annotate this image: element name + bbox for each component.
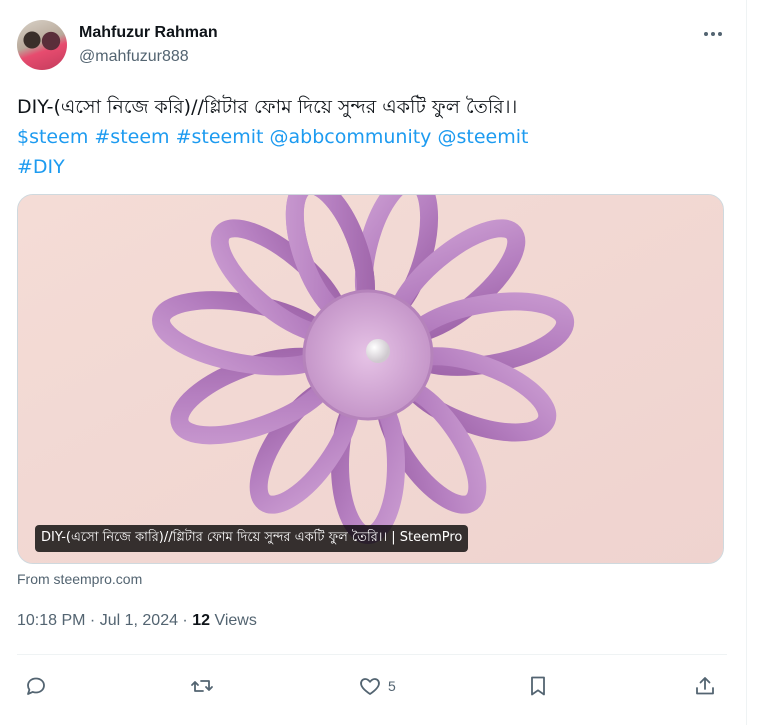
views-count: 12 — [192, 612, 210, 629]
reply-button[interactable] — [24, 672, 48, 700]
tweet-date[interactable]: Jul 1, 2024 — [100, 612, 178, 629]
actions-divider — [17, 654, 727, 655]
author-handle[interactable]: @mahfuzur888 — [79, 48, 189, 66]
views-label: Views — [214, 612, 257, 629]
reply-icon — [27, 677, 45, 695]
tweet-tags-2: #DIY — [17, 152, 727, 182]
like-button[interactable]: 5 — [358, 672, 396, 700]
tweet-title: DIY-(এসো নিজে করি)//গ্লিটার ফোম দিয়ে সু… — [17, 96, 518, 118]
mention-steemit[interactable]: @steemit — [437, 126, 528, 148]
hashtag-steem[interactable]: #steem — [94, 126, 169, 148]
meta-separator: · — [177, 612, 193, 629]
mention-abbcommunity[interactable]: @abbcommunity — [270, 126, 432, 148]
tweet-tags: $steem #steem #steemit @abbcommunity @st… — [17, 122, 727, 152]
avatar[interactable] — [17, 20, 67, 70]
tweet-meta: 10:18 PM · Jul 1, 2024 · 12 Views — [17, 612, 257, 630]
hashtag-diy[interactable]: #DIY — [17, 156, 65, 178]
bookmark-button[interactable] — [526, 672, 550, 700]
retweet-button[interactable] — [190, 672, 214, 700]
link-source[interactable]: From steempro.com — [17, 571, 142, 587]
link-card-image[interactable]: DIY-(এসো নিজে কারি)//গ্লিটার ফোম দিয়ে স… — [17, 194, 724, 564]
more-options-button[interactable] — [700, 24, 726, 44]
heart-icon — [360, 678, 380, 695]
hashtag-steemit[interactable]: #steemit — [176, 126, 264, 148]
media-caption: DIY-(এসো নিজে কারি)//গ্লিটার ফোম দিয়ে স… — [35, 525, 469, 552]
column-border — [746, 0, 747, 725]
retweet-icon — [191, 680, 213, 692]
bookmark-icon — [531, 676, 545, 696]
tweet-text: DIY-(এসো নিজে করি)//গ্লিটার ফোম দিয়ে সু… — [17, 92, 727, 182]
glitter-flower-image — [18, 195, 723, 563]
share-button[interactable] — [693, 672, 717, 700]
meta-separator: · — [85, 612, 100, 629]
share-icon — [696, 677, 714, 695]
author-name[interactable]: Mahfuzur Rahman — [79, 24, 218, 42]
tweet-time[interactable]: 10:18 PM — [17, 612, 85, 629]
like-count: 5 — [388, 678, 396, 694]
cashtag-steem[interactable]: $steem — [17, 126, 88, 148]
more-icon — [704, 32, 722, 36]
